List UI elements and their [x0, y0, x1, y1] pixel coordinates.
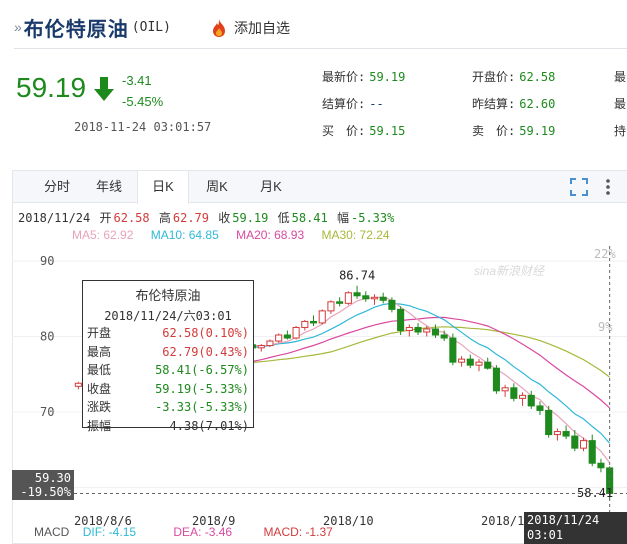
legend-ma30: MA30: 72.24 — [321, 228, 390, 242]
candle-body — [579, 440, 588, 449]
ohlc-low-label: 低 — [277, 211, 290, 225]
candle-body — [588, 440, 596, 464]
candle-body — [266, 340, 274, 347]
macd-dea: DEA: -3.46 — [173, 525, 233, 539]
high-marker-label: 86.74 — [339, 269, 375, 283]
tooltip-row-high: 最高 62.79(0.43%) — [83, 343, 253, 362]
candle-tooltip: 布伦特原油 2018/11/24/六03:01 开盘 62.58(0.10%) 最… — [82, 280, 254, 433]
tooltip-date: 2018/11/24/六03:01 — [104, 309, 232, 323]
macd-dif: DIF: -4.15 — [82, 525, 137, 539]
candle-body — [353, 292, 361, 297]
candle-body — [536, 405, 544, 411]
candle-body — [275, 334, 283, 342]
candle-body — [336, 301, 344, 304]
tooltip-row-low: 最低 58.41(-6.57%) — [83, 361, 253, 380]
y-tick-label: 70 — [40, 405, 54, 419]
candle-body — [301, 320, 309, 328]
candle-body — [344, 292, 352, 304]
candle-body — [283, 334, 291, 339]
crosshair-pct: -19.50% — [20, 485, 71, 499]
crosshair-price: 59.30 — [34, 471, 71, 485]
candle-body — [388, 299, 396, 310]
tooltip-row-amplitude: 振幅 4.38(7.01%) — [83, 417, 253, 436]
tooltip-value: -3.33(-5.33%) — [155, 400, 249, 414]
tooltip-label: 开盘 — [87, 326, 112, 340]
candle-body — [74, 382, 82, 387]
tooltip-label: 涨跌 — [87, 400, 112, 414]
candle-body — [414, 326, 422, 333]
candle-body — [458, 358, 466, 363]
candle-body — [571, 435, 579, 449]
ohlc-close: 59.19 — [232, 211, 269, 225]
candle-body — [545, 409, 553, 436]
candle-body — [257, 345, 265, 349]
tooltip-value: 58.41(-6.57%) — [155, 363, 249, 377]
candle-body — [597, 462, 605, 469]
candle-body — [397, 308, 405, 331]
macd-label: MACD — [34, 525, 70, 539]
candle-body — [501, 387, 509, 392]
tooltip-row-change: 涨跌 -3.33(-5.33%) — [83, 398, 253, 417]
macd-legend: MACD DIF: -4.15 DEA: -3.46 MACD: -1.37 — [34, 525, 343, 539]
candle-body — [370, 296, 379, 300]
ohlc-amp-label: 幅 — [336, 211, 349, 225]
candle-body — [327, 301, 335, 312]
y-right-tick-label: 9% — [598, 320, 613, 334]
crosshair-price-badge: 59.30 -19.50% — [12, 470, 74, 500]
crosshair-date-badge: 2018/11/24 03:01 — [524, 512, 627, 544]
tooltip-label: 最高 — [87, 344, 112, 359]
macd-value: MACD: -1.37 — [263, 525, 333, 539]
tooltip-value: 62.58(0.10%) — [162, 326, 249, 340]
candle-body — [466, 358, 474, 366]
candle-body — [379, 296, 387, 301]
tooltip-label: 最低 — [87, 363, 112, 377]
legend-ma5: MA5: 62.92 — [72, 228, 134, 242]
ohlc-date: 2018/11/24 — [18, 211, 91, 225]
tooltip-value: 62.79(0.43%) — [162, 344, 249, 359]
candle-body — [475, 361, 483, 366]
legend-ma20: MA20: 68.93 — [236, 228, 305, 242]
candle-body — [510, 387, 518, 399]
candle-body — [309, 320, 318, 324]
candle-body — [431, 328, 440, 336]
y-tick-label: 90 — [40, 254, 54, 268]
candle-body — [484, 361, 492, 369]
candle-body — [362, 295, 370, 300]
ma-legend: MA5: 62.92 MA10: 64.85 MA20: 68.93 MA30:… — [72, 228, 404, 242]
candle-body — [449, 337, 457, 363]
sina-watermark: sina新浪财经 — [474, 264, 545, 278]
candle-body — [423, 328, 431, 333]
ohlc-low: 58.41 — [291, 211, 328, 225]
candle-body — [318, 310, 326, 324]
candle-body — [440, 334, 448, 339]
tooltip-row-close: 收盘 59.19(-5.33%) — [83, 380, 253, 399]
ohlc-close-label: 收 — [218, 211, 231, 225]
candle-body — [553, 431, 561, 436]
ohlc-open-label: 开 — [99, 211, 112, 225]
candle-body — [519, 394, 527, 399]
low-marker-label: 58.41 — [577, 486, 614, 500]
y-tick-label: 80 — [40, 330, 54, 344]
ohlc-high: 62.79 — [172, 211, 209, 225]
legend-ma10: MA10: 64.85 — [150, 228, 219, 242]
x-label-nov: 2018/1 — [481, 514, 525, 528]
tooltip-label: 收盘 — [87, 381, 112, 396]
tooltip-value: 59.19(-5.33%) — [155, 381, 249, 396]
candle-body — [292, 326, 300, 339]
tooltip-value: 4.38(7.01%) — [169, 418, 249, 433]
ohlc-open: 62.58 — [113, 211, 150, 225]
tooltip-label: 振幅 — [87, 418, 112, 433]
candle-body — [527, 394, 535, 407]
ohlc-high-label: 高 — [158, 211, 171, 225]
ohlc-summary: 2018/11/24 开 62.58 高 62.79 收 59.19 低 58.41 幅… — [18, 209, 396, 226]
y-right-tick-label: 22% — [594, 247, 616, 261]
candle-body — [492, 367, 500, 392]
tooltip-title: 布伦特原油 — [135, 289, 201, 304]
candle-body — [405, 326, 413, 331]
candle-body — [562, 431, 570, 437]
tooltip-row-open: 开盘 62.58(0.10%) — [83, 324, 253, 343]
ohlc-amp: -5.33% — [351, 211, 395, 225]
